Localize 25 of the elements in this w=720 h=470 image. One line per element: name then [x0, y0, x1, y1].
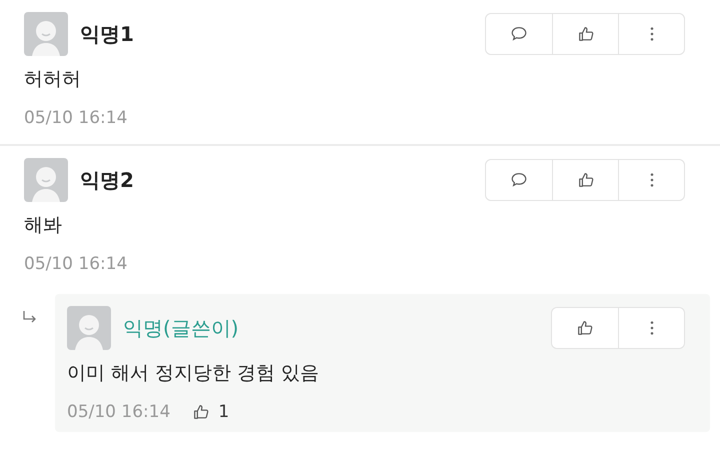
avatar-icon: [67, 306, 111, 350]
thumbs-up-icon: [576, 319, 594, 337]
more-icon: [648, 319, 654, 337]
thumbs-up-icon: [576, 25, 594, 43]
author-name: 익명(글쓴이): [123, 314, 239, 342]
thumbs-up-icon: [576, 171, 594, 189]
comment-text: 해봐: [24, 213, 63, 238]
comment-date: 05/10 16:14: [24, 254, 128, 274]
more-icon: [648, 171, 654, 189]
avatar-icon: [24, 158, 68, 202]
comment-text: 이미 해서 정지당한 경험 있음: [67, 361, 320, 386]
comment-date: 05/10 16:14: [67, 402, 170, 422]
like-count: 1: [218, 402, 230, 422]
thumbs-up-icon: [192, 403, 210, 421]
more-button[interactable]: [618, 308, 684, 348]
comment-date: 05/10 16:14: [24, 108, 128, 128]
author-name: 익명1: [80, 20, 134, 48]
more-icon: [648, 25, 654, 43]
author-name: 익명2: [80, 166, 134, 194]
comment-text: 허허허: [24, 67, 82, 92]
avatar-icon: [24, 12, 68, 56]
speech-bubble-icon: [510, 171, 528, 189]
speech-bubble-icon: [510, 25, 528, 43]
more-button[interactable]: [618, 14, 684, 54]
more-button[interactable]: [618, 160, 684, 200]
